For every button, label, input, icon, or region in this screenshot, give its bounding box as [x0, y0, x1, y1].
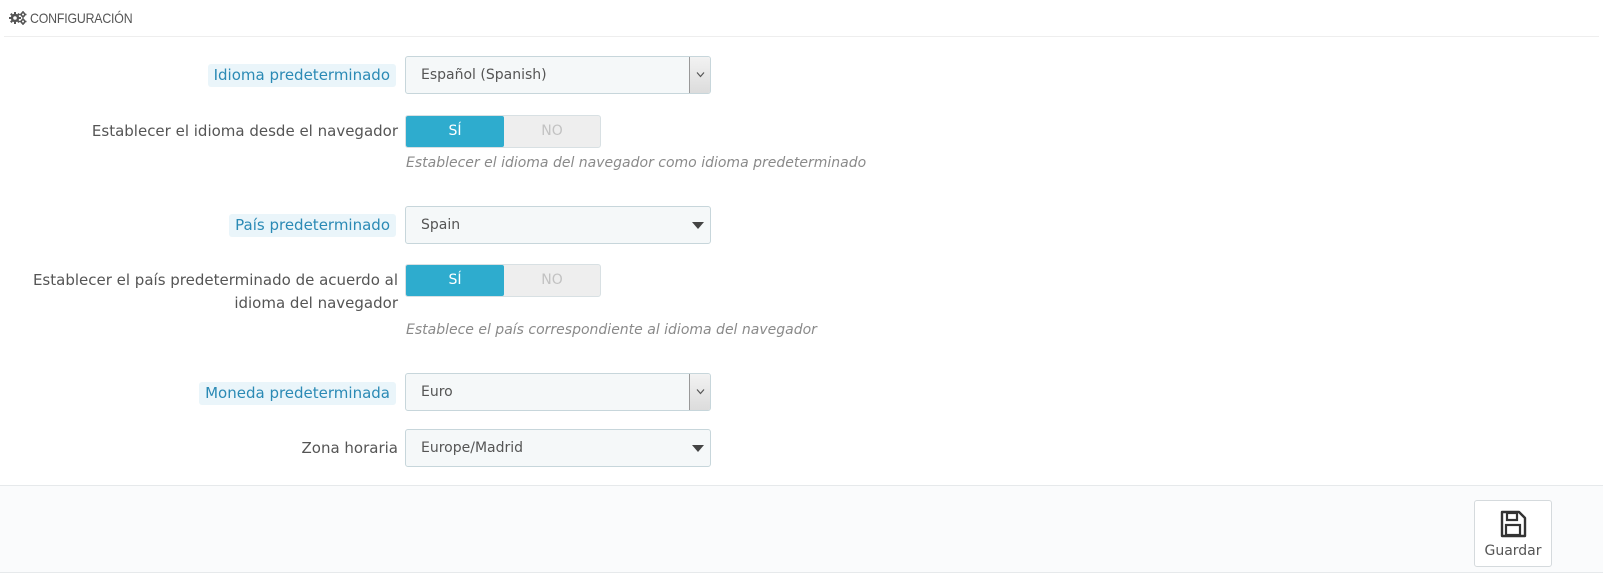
- default-currency-label: Moneda predeterminada: [199, 382, 396, 405]
- browser-language-help: Establecer el idioma del navegador como …: [406, 155, 867, 171]
- default-currency-select[interactable]: Euro: [405, 373, 711, 411]
- browser-country-help: Establece el país correspondiente al idi…: [406, 322, 817, 338]
- browser-country-switch[interactable]: SÍ NO: [405, 264, 601, 297]
- panel-footer: Guardar: [0, 485, 1603, 573]
- browser-country-label: Establecer el país predeterminado de acu…: [32, 271, 398, 312]
- default-language-select[interactable]: Español (Spanish): [405, 56, 711, 94]
- timezone-label: Zona horaria: [301, 439, 399, 457]
- default-country-label: País predeterminado: [229, 214, 396, 237]
- switch-no-option[interactable]: NO: [504, 116, 600, 147]
- chevron-down-icon: [696, 389, 705, 395]
- caret-down-icon: [692, 222, 704, 229]
- switch-no-option[interactable]: NO: [504, 265, 600, 296]
- default-country-select[interactable]: Spain: [405, 206, 711, 244]
- save-button[interactable]: Guardar: [1474, 500, 1552, 567]
- panel-heading: CONFIGURACIÓN: [4, 0, 1599, 37]
- floppy-disk-icon: [1500, 510, 1527, 538]
- browser-language-switch[interactable]: SÍ NO: [405, 115, 601, 148]
- gears-icon: [8, 10, 28, 26]
- browser-language-label: Establecer el idioma desde el navegador: [91, 122, 398, 140]
- caret-down-icon: [692, 445, 704, 452]
- select-button[interactable]: [689, 374, 710, 410]
- default-language-label: Idioma predeterminado: [207, 64, 396, 87]
- save-button-label: Guardar: [1484, 543, 1542, 559]
- timezone-value: Europe/Madrid: [421, 440, 524, 456]
- select-button[interactable]: [689, 57, 710, 93]
- default-language-value: Español (Spanish): [421, 67, 547, 83]
- configuration-panel: CONFIGURACIÓN Idioma predeterminado Espa…: [0, 0, 1603, 588]
- switch-yes-option[interactable]: SÍ: [406, 116, 504, 147]
- panel-title: CONFIGURACIÓN: [30, 10, 133, 26]
- switch-yes-option[interactable]: SÍ: [406, 265, 504, 296]
- chevron-down-icon: [696, 72, 705, 78]
- default-country-value: Spain: [421, 217, 461, 233]
- timezone-select[interactable]: Europe/Madrid: [405, 429, 711, 467]
- default-currency-value: Euro: [421, 384, 453, 400]
